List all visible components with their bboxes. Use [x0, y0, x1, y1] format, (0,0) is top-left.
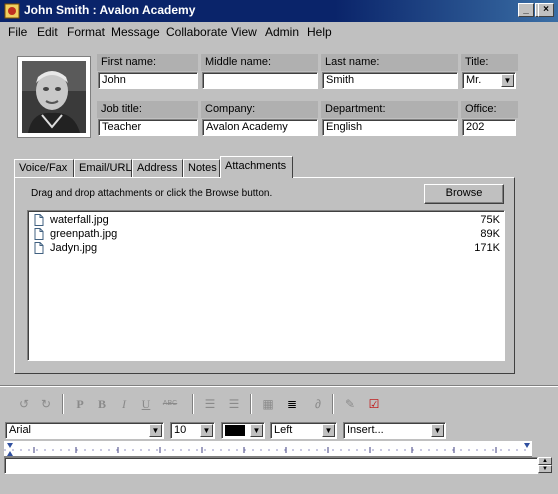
list-item[interactable]: waterfall.jpg 75K: [32, 214, 500, 228]
align-select-value: Left: [274, 424, 293, 436]
menu-file[interactable]: File: [8, 25, 27, 39]
menu-help[interactable]: Help: [307, 25, 332, 39]
file-icon: [34, 242, 44, 254]
menu-collaborate[interactable]: Collaborate: [166, 25, 227, 39]
editor-scrollbar[interactable]: ▲ ▼: [538, 457, 554, 474]
toolbar-separator: [332, 394, 334, 414]
office-label: Office:: [461, 101, 518, 118]
message-editor[interactable]: [4, 457, 538, 474]
browse-button[interactable]: Browse: [424, 184, 504, 204]
menu-edit[interactable]: Edit: [37, 25, 58, 39]
font-size-select[interactable]: 10 ▼: [170, 422, 215, 439]
list-item[interactable]: Jadyn.jpg 171K: [32, 242, 500, 256]
spellcheck-icon[interactable]: ✎: [340, 394, 360, 414]
file-size: 75K: [480, 214, 500, 226]
insert-select[interactable]: Insert... ▼: [343, 422, 446, 439]
table-icon[interactable]: ▦: [258, 394, 278, 414]
tab-email-url[interactable]: Email/URL: [74, 159, 132, 178]
chevron-down-icon[interactable]: ▼: [250, 424, 263, 437]
title-bar: John Smith : Avalon Academy _ □: [0, 0, 558, 22]
toolbar-divider: [0, 385, 558, 387]
last-name-label: Last name:: [321, 54, 458, 71]
chevron-down-icon[interactable]: ▼: [501, 74, 514, 87]
toolbar-separator: [62, 394, 64, 414]
toolbar-separator: [250, 394, 252, 414]
first-name-field[interactable]: John: [98, 72, 198, 89]
outdent-icon[interactable]: ☰: [224, 394, 244, 414]
minimize-button[interactable]: _: [518, 3, 534, 17]
office-field[interactable]: 202: [462, 119, 516, 136]
menu-admin[interactable]: Admin: [265, 25, 299, 39]
color-select[interactable]: ▼: [221, 422, 265, 439]
file-name: waterfall.jpg: [50, 214, 109, 226]
job-title-label: Job title:: [97, 101, 198, 118]
chevron-down-icon[interactable]: ▼: [149, 424, 162, 437]
undo-icon[interactable]: ↺: [14, 394, 34, 414]
scroll-down-icon[interactable]: ▼: [538, 465, 552, 473]
italic-button[interactable]: I: [114, 394, 134, 414]
tab-address[interactable]: Address: [132, 159, 183, 178]
indent-icon[interactable]: ☰: [200, 394, 220, 414]
last-name-field[interactable]: Smith: [322, 72, 458, 89]
chevron-down-icon[interactable]: ▼: [322, 424, 335, 437]
file-name: greenpath.jpg: [50, 228, 118, 240]
title-select[interactable]: Mr. ▼: [462, 72, 516, 89]
file-size: 171K: [474, 242, 500, 254]
color-swatch: [225, 425, 245, 436]
contact-photo[interactable]: [17, 56, 91, 138]
menu-message[interactable]: Message: [111, 25, 160, 39]
address-book-icon[interactable]: ≣: [282, 394, 302, 414]
toolbar-separator: [192, 394, 194, 414]
attachments-instruction: Drag and drop attachments or click the B…: [31, 188, 273, 199]
job-title-field[interactable]: Teacher: [98, 119, 198, 136]
app-icon: [4, 3, 20, 19]
title-select-value: Mr.: [466, 74, 482, 86]
redo-icon[interactable]: ↻: [36, 394, 56, 414]
ruler[interactable]: [4, 441, 532, 457]
close-button[interactable]: ×: [538, 3, 554, 17]
underline-button[interactable]: U: [136, 394, 156, 414]
file-name: Jadyn.jpg: [50, 242, 98, 254]
tab-notes[interactable]: Notes: [183, 159, 220, 178]
scroll-up-icon[interactable]: ▲: [538, 457, 552, 465]
insert-select-value: Insert...: [347, 424, 384, 436]
tab-attachments[interactable]: Attachments: [220, 156, 293, 178]
file-icon: [34, 214, 44, 226]
menu-bar: File Edit Format Message Collaborate Vie…: [0, 22, 558, 42]
font-select-value: Arial: [9, 424, 32, 436]
strikethrough-button[interactable]: ABC: [160, 394, 180, 414]
portrait-image: [22, 61, 86, 133]
file-size: 89K: [480, 228, 500, 240]
title-label: Title:: [461, 54, 518, 71]
font-size-value: 10: [174, 424, 187, 436]
chevron-down-icon[interactable]: ▼: [431, 424, 444, 437]
ruler-ticks: [4, 443, 532, 456]
first-name-label: First name:: [97, 54, 198, 71]
menu-format[interactable]: Format: [67, 25, 105, 39]
font-select[interactable]: Arial ▼: [5, 422, 164, 439]
file-icon: [34, 228, 44, 240]
plain-button[interactable]: P: [70, 394, 90, 414]
bold-button[interactable]: B: [92, 394, 112, 414]
department-field[interactable]: English: [322, 119, 458, 136]
tab-voice-fax[interactable]: Voice/Fax: [14, 159, 74, 178]
company-label: Company:: [201, 101, 318, 118]
menu-view[interactable]: View: [231, 25, 257, 39]
company-field[interactable]: Avalon Academy: [202, 119, 318, 136]
department-label: Department:: [321, 101, 458, 118]
middle-name-label: Middle name:: [201, 54, 318, 71]
align-select[interactable]: Left ▼: [270, 422, 337, 439]
chevron-down-icon[interactable]: ▼: [200, 424, 213, 437]
check-task-icon[interactable]: ☑: [364, 394, 384, 414]
attachments-list[interactable]: waterfall.jpg 75K greenpath.jpg 89K Jady…: [27, 210, 505, 361]
link-icon[interactable]: ∂: [308, 394, 328, 414]
list-item[interactable]: greenpath.jpg 89K: [32, 228, 500, 242]
middle-name-field[interactable]: [202, 72, 318, 89]
window-title: John Smith : Avalon Academy: [24, 3, 196, 17]
